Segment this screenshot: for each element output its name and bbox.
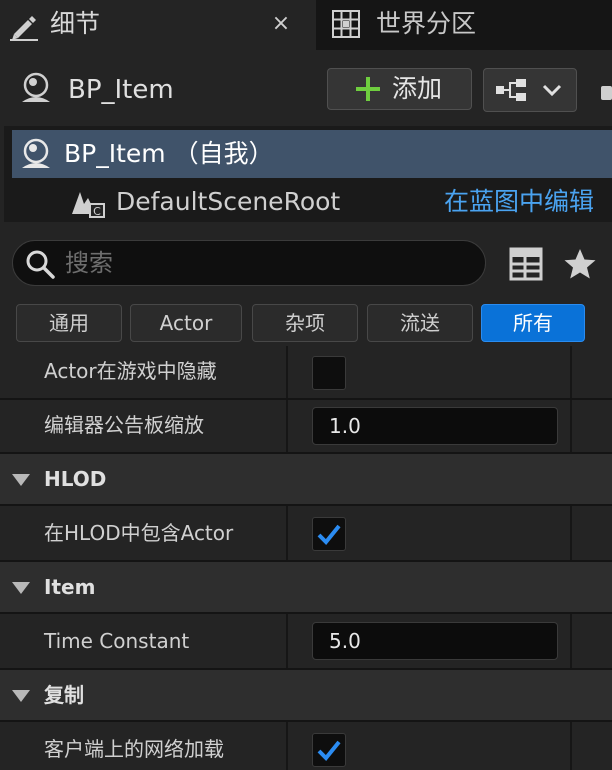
- column-divider[interactable]: [286, 614, 288, 668]
- search-box[interactable]: [12, 240, 486, 286]
- column-divider: [570, 400, 572, 452]
- filter-tab-general[interactable]: 通用: [16, 304, 122, 342]
- actor-sphere-icon: [22, 138, 50, 168]
- property-label: 客户端上的网络加载: [44, 737, 224, 761]
- tab-world-partition-label: 世界分区: [376, 9, 477, 38]
- add-button-label: 添加: [392, 74, 443, 103]
- tree-item-root[interactable]: BP_Item （自我）: [12, 130, 612, 178]
- section-title: Item: [44, 575, 96, 599]
- property-label: 在HLOD中包含Actor: [44, 521, 234, 545]
- actor-sphere-icon: [22, 72, 50, 102]
- property-row-actor-hidden-in-game: Actor在游戏中隐藏: [0, 346, 612, 400]
- tree-item-default-scene-root[interactable]: DefaultSceneRoot: [116, 184, 340, 220]
- svg-text:C: C: [93, 205, 101, 218]
- section-header-item[interactable]: Item: [0, 562, 612, 614]
- checkmark-icon: [317, 740, 341, 761]
- checkmark-icon: [317, 524, 341, 545]
- property-row-editor-billboard-scale: 编辑器公告板缩放 1.0: [0, 400, 612, 454]
- chevron-down-icon: [542, 84, 562, 97]
- collapse-triangle-icon: [12, 474, 30, 486]
- time-constant-input[interactable]: 5.0: [312, 622, 558, 660]
- property-row-time-constant: Time Constant 5.0: [0, 614, 612, 670]
- collapse-triangle-icon: [12, 690, 30, 702]
- blueprint-options-button[interactable]: [483, 68, 577, 112]
- column-divider[interactable]: [286, 506, 288, 560]
- tab-world-partition[interactable]: 世界分区: [318, 0, 612, 50]
- section-title: 复制: [44, 683, 84, 707]
- section-title: HLOD: [44, 467, 107, 491]
- plus-icon: [356, 77, 380, 101]
- column-divider: [570, 614, 572, 668]
- filter-tab-actor[interactable]: Actor: [130, 304, 242, 342]
- search-icon: [26, 250, 55, 279]
- grid-icon: [332, 10, 360, 38]
- blueprint-title: BP_Item: [68, 75, 174, 105]
- tab-close-button[interactable]: ×: [266, 6, 296, 42]
- tree-item-root-label: BP_Item （自我）: [64, 139, 274, 168]
- edit-in-blueprint-link[interactable]: 在蓝图中编辑: [444, 184, 594, 220]
- add-component-button[interactable]: 添加: [327, 68, 472, 110]
- section-header-replication[interactable]: 复制: [0, 670, 612, 722]
- search-input[interactable]: [65, 245, 465, 281]
- property-label: Actor在游戏中隐藏: [44, 359, 217, 383]
- column-divider: [570, 346, 572, 398]
- star-icon[interactable]: [562, 246, 598, 282]
- collapse-triangle-icon: [12, 582, 30, 594]
- column-divider[interactable]: [286, 722, 288, 770]
- tab-details-label: 细节: [50, 9, 101, 38]
- property-label: Time Constant: [44, 629, 190, 653]
- section-header-hlod[interactable]: HLOD: [0, 454, 612, 506]
- pencil-icon: [10, 16, 38, 41]
- property-label: 编辑器公告板缩放: [44, 413, 204, 437]
- net-load-on-client-checkbox[interactable]: [312, 733, 346, 767]
- filter-tab-all[interactable]: 所有: [481, 304, 585, 342]
- column-divider[interactable]: [286, 400, 288, 452]
- filter-tab-streaming[interactable]: 流送: [367, 304, 473, 342]
- column-divider: [570, 722, 572, 770]
- column-divider: [570, 506, 572, 560]
- editor-billboard-scale-input[interactable]: 1.0: [312, 407, 558, 445]
- column-divider[interactable]: [286, 346, 288, 398]
- actor-hidden-in-game-checkbox[interactable]: [312, 356, 346, 390]
- scene-component-icon: C: [72, 192, 105, 218]
- table-icon[interactable]: [508, 246, 544, 282]
- filter-tab-misc[interactable]: 杂项: [252, 304, 358, 342]
- panel-edge-handle[interactable]: [601, 86, 612, 100]
- property-row-include-in-hlod: 在HLOD中包含Actor: [0, 506, 612, 562]
- node-graph-icon: [496, 79, 526, 101]
- include-in-hlod-checkbox[interactable]: [312, 517, 346, 551]
- property-row-net-load-on-client: 客户端上的网络加载: [0, 722, 612, 770]
